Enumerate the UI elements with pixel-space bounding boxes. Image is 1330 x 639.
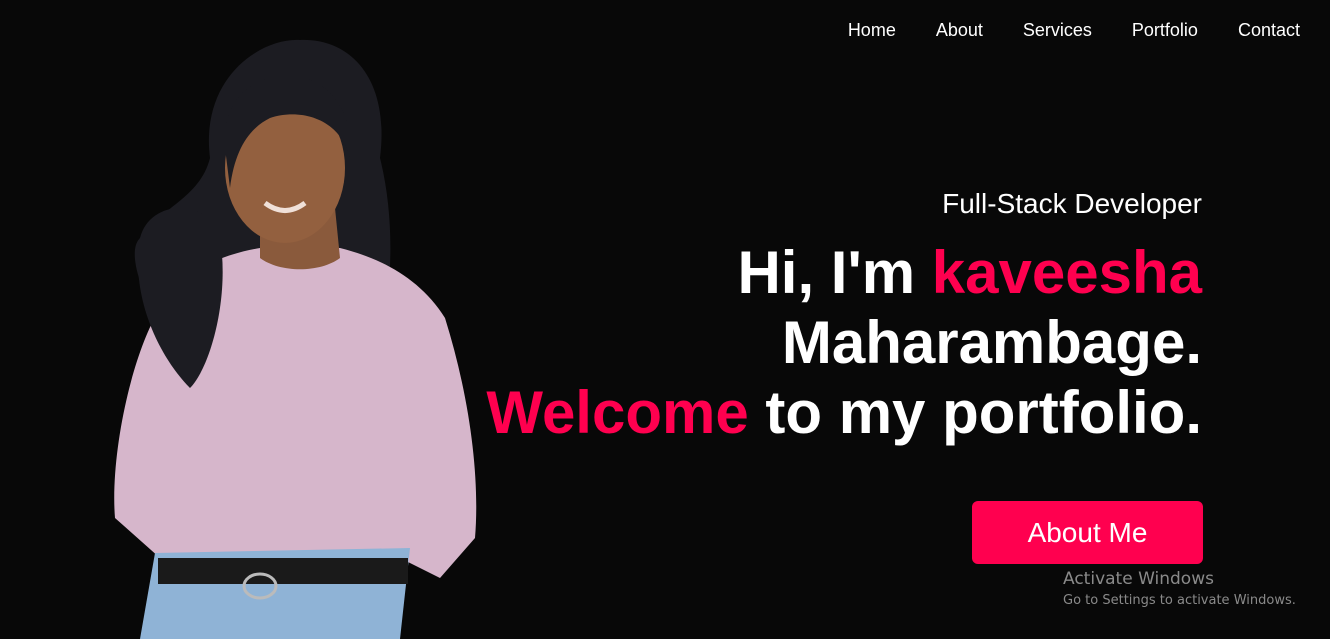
hero-section: Full-Stack Developer Hi, I'm kaveesha Ma…	[486, 188, 1202, 448]
heading-rest: to my portfolio.	[748, 379, 1202, 446]
nav-home[interactable]: Home	[848, 20, 896, 41]
watermark-subtitle: Go to Settings to activate Windows.	[1063, 593, 1296, 608]
windows-activation-watermark: Activate Windows Go to Settings to activ…	[1063, 569, 1296, 608]
profile-photo	[114, 39, 477, 639]
heading-prefix: Hi, I'm	[737, 239, 932, 306]
heading-name: kaveesha	[931, 239, 1202, 306]
about-me-button[interactable]: About Me	[972, 501, 1203, 564]
nav-portfolio[interactable]: Portfolio	[1132, 20, 1198, 41]
main-nav: Home About Services Portfolio Contact	[848, 20, 1300, 41]
nav-about[interactable]: About	[936, 20, 983, 41]
heading-surname: Maharambage.	[781, 309, 1202, 376]
nav-contact[interactable]: Contact	[1238, 20, 1300, 41]
nav-services[interactable]: Services	[1023, 20, 1092, 41]
hero-subtitle: Full-Stack Developer	[942, 188, 1202, 219]
heading-welcome: Welcome	[486, 379, 749, 446]
hero-heading: Hi, I'm kaveesha Maharambage. Welcome to…	[486, 238, 1202, 448]
watermark-title: Activate Windows	[1063, 569, 1214, 589]
